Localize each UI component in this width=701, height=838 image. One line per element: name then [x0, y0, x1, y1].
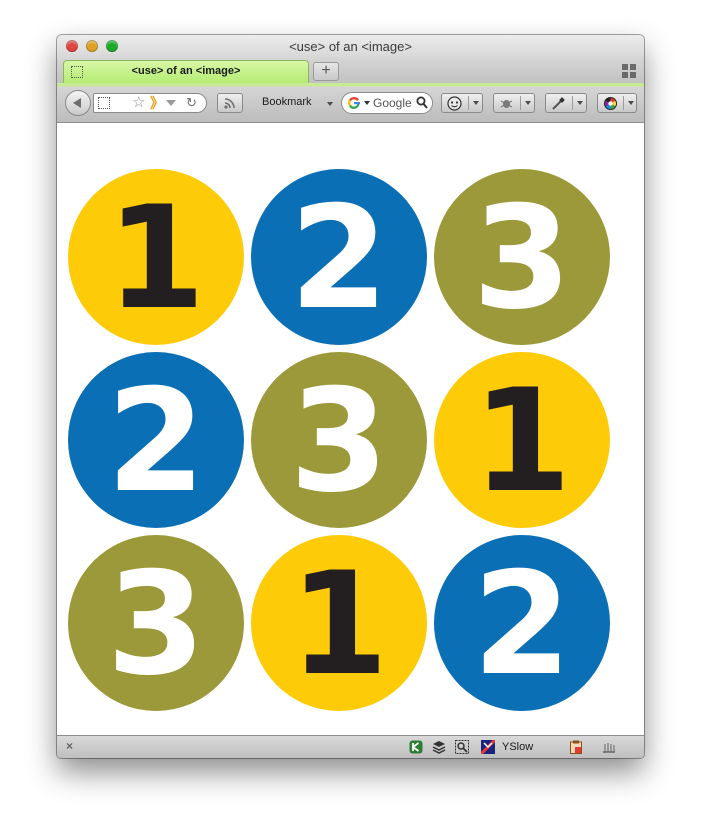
yslow-label[interactable]: YSlow: [502, 741, 533, 753]
number-circle: 2: [434, 535, 610, 711]
tab-bar: <use> of an <image> +: [57, 59, 644, 83]
window-title: <use> of an <image>: [289, 39, 412, 54]
layers-icon[interactable]: [432, 740, 446, 754]
circle-digit: 2: [107, 359, 206, 524]
chevron-down-icon[interactable]: [327, 102, 333, 106]
new-tab-button[interactable]: +: [313, 62, 339, 81]
ext-bug-button[interactable]: [493, 93, 535, 113]
circle-grid: 1 2 32 3 13 1 2: [68, 169, 610, 711]
chevron-down-icon[interactable]: [364, 101, 370, 105]
browser-window: <use> of an <image> <use> of an <image> …: [57, 35, 644, 758]
bookmark-menu[interactable]: Bookmark: [262, 96, 312, 108]
dropdown-arrow-icon[interactable]: [166, 100, 176, 106]
number-circle: 3: [434, 169, 610, 345]
tab-label: <use> of an <image>: [131, 65, 241, 77]
color-wheel-icon: [604, 97, 617, 110]
circle-digit: 2: [473, 542, 572, 707]
bug-icon: [500, 100, 513, 108]
number-circle: 2: [251, 169, 427, 345]
circle-digit: 1: [290, 542, 389, 707]
ext-color-button[interactable]: [597, 93, 637, 113]
circle-digit: 1: [473, 359, 572, 524]
ext-eyedropper-button[interactable]: [545, 93, 587, 113]
tab-active[interactable]: <use> of an <image>: [63, 60, 309, 83]
back-arrow-icon: [73, 98, 81, 108]
reload-icon[interactable]: ↻: [186, 94, 197, 112]
chevron-icon[interactable]: 》: [150, 94, 164, 112]
feed-button[interactable]: [217, 93, 243, 113]
inspect-icon[interactable]: [455, 740, 469, 754]
ext-smiley-button[interactable]: [441, 93, 483, 113]
clipboard-icon[interactable]: [569, 740, 583, 754]
eyedropper-icon: [552, 97, 565, 110]
google-icon: [348, 96, 360, 109]
number-circle: 3: [251, 352, 427, 528]
circle-digit: 3: [473, 176, 572, 341]
firebug-icon[interactable]: [602, 740, 616, 754]
k-icon[interactable]: [409, 740, 423, 754]
circle-digit: 3: [290, 359, 389, 524]
status-bar: × YSlow: [57, 735, 644, 758]
circle-digit: 1: [107, 176, 206, 341]
yslow-icon[interactable]: [481, 740, 495, 754]
search-box[interactable]: Google: [341, 92, 433, 114]
back-button[interactable]: [65, 90, 91, 116]
number-circle: 1: [251, 535, 427, 711]
close-icon[interactable]: ×: [66, 739, 73, 753]
circle-digit: 3: [107, 542, 206, 707]
number-circle: 3: [68, 535, 244, 711]
circle-digit: 2: [290, 176, 389, 341]
number-circle: 2: [68, 352, 244, 528]
rss-icon: [224, 98, 235, 109]
number-circle: 1: [68, 169, 244, 345]
url-bar[interactable]: ☆ 》 ↻: [93, 93, 207, 113]
tab-grid-icon[interactable]: [622, 64, 636, 78]
navigation-toolbar: ☆ 》 ↻ Bookmark Google: [57, 83, 644, 123]
star-icon[interactable]: ☆: [132, 94, 145, 112]
title-bar[interactable]: <use> of an <image>: [57, 35, 644, 59]
search-input[interactable]: Google: [373, 96, 415, 110]
number-circle: 1: [434, 352, 610, 528]
smiley-icon: [447, 96, 462, 111]
magnifier-icon[interactable]: [416, 96, 428, 109]
dotted-square-icon: [98, 97, 110, 109]
page-content: 123231312: [57, 123, 644, 735]
